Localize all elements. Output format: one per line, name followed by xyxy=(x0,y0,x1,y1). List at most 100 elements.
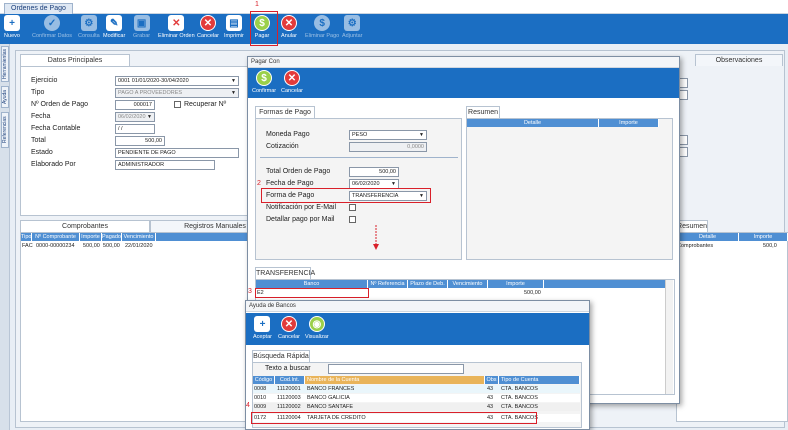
col-banco[interactable]: Banco xyxy=(256,280,368,288)
cell-nombre: BANCO FRANCES xyxy=(307,386,355,392)
window-tab[interactable]: Ordenes de Pago xyxy=(4,3,73,14)
tab-busqueda-rapida[interactable]: Búsqueda Rápida xyxy=(252,350,310,362)
cell-comprobante: 0000-00000234 xyxy=(36,243,75,249)
col-plazo[interactable]: Plazo de Deb. xyxy=(408,280,448,288)
table-row[interactable]: 0010 11120003 BANCO GALICIA 43 CTA. BANC… xyxy=(253,394,580,402)
recuperar-checkbox[interactable] xyxy=(174,101,181,108)
cancel-icon: ✕ xyxy=(281,316,297,332)
col-detalle[interactable]: Detalle xyxy=(677,233,739,241)
side-tab-ayuda[interactable]: Ayuda xyxy=(1,86,9,108)
fecha-contable-field[interactable]: / / xyxy=(115,124,155,134)
aceptar-button[interactable]: + Aceptar xyxy=(253,316,272,344)
col-pagado[interactable]: Pagado xyxy=(102,233,122,241)
pagar-cancelar-button[interactable]: ✕ Cancelar xyxy=(281,70,303,98)
col-tipo[interactable]: Tipo xyxy=(21,233,32,241)
cancel-icon: ✕ xyxy=(284,70,300,86)
detallar-checkbox[interactable] xyxy=(349,216,356,223)
imprimir-label: Imprimir xyxy=(224,33,244,39)
importe-cell: 500,00 xyxy=(524,290,541,296)
cell-obs: 43 xyxy=(487,386,494,392)
col-obs[interactable]: Obs xyxy=(485,376,499,384)
table-row[interactable]: 0009 11120002 BANCO SANTAFE 43 CTA. BANC… xyxy=(253,403,580,411)
confirmar-datos-button[interactable]: ✓ Confirmar Datos xyxy=(32,15,72,43)
cell-obs: 43 xyxy=(487,395,494,401)
detallar-label: Detallar pago por Mail xyxy=(266,216,335,223)
visualizar-button[interactable]: ◉ Visualizar xyxy=(305,316,329,344)
cell-tipo: CTA. BANCOS xyxy=(501,404,538,410)
tab-resumen-right[interactable]: Resumen xyxy=(676,220,708,232)
tab-resumen-pago[interactable]: Resumen xyxy=(466,106,500,118)
col-vencimiento-transfer[interactable]: Vencimiento xyxy=(448,280,488,288)
table-row[interactable]: 0008 11120001 BANCO FRANCES 43 CTA. BANC… xyxy=(253,385,580,393)
bancos-cancelar-label: Cancelar xyxy=(278,334,301,340)
anular-button[interactable]: ✕ Anular xyxy=(281,15,297,43)
cancelar-button[interactable]: ✕ Cancelar xyxy=(197,15,219,43)
anular-label: Anular xyxy=(281,33,297,39)
consulta-button[interactable]: ⚙ Consulta xyxy=(78,15,100,43)
col-vencimiento[interactable]: Vencimiento xyxy=(122,233,156,241)
cell-codigo: 0008 xyxy=(254,386,267,392)
pagar-dialog-toolbar xyxy=(248,68,679,98)
fecha-pago-label: Fecha de Pago xyxy=(266,180,314,187)
cotizacion-field[interactable]: 0,0000 xyxy=(349,142,427,152)
annotation-1: 1 xyxy=(255,1,259,8)
grabar-button[interactable]: ▣ Grabar xyxy=(133,15,150,43)
ejercicio-select[interactable]: 0001 01/01/2020-30/04/2020 xyxy=(115,76,239,86)
nuevo-button[interactable]: + Nuevo xyxy=(4,15,20,43)
side-tab-herramientas[interactable]: Herramientas xyxy=(1,46,9,82)
pagar-cancelar-label: Cancelar xyxy=(281,88,304,94)
check-icon: ✓ xyxy=(44,15,61,31)
orden-field[interactable]: 000017 xyxy=(115,100,155,110)
col-nro-comprobante[interactable]: Nº Comprobante xyxy=(32,233,80,241)
grabar-label: Grabar xyxy=(133,33,151,39)
notif-checkbox[interactable] xyxy=(349,204,356,211)
col-cod-int[interactable]: Cod.Int. xyxy=(275,376,305,384)
ejercicio-label: Ejercicio xyxy=(31,77,58,84)
eliminar-pago-button[interactable]: $ Eliminar Pago xyxy=(305,15,339,43)
table-row[interactable]: FAC 0000-00000234 500,00 500,00 22/01/20… xyxy=(21,242,247,250)
eliminar-orden-button[interactable]: ✕ Eliminar Orden xyxy=(158,15,195,43)
highlight-pagar xyxy=(250,11,278,46)
new-icon: + xyxy=(4,15,20,31)
texto-buscar-label: Texto a buscar xyxy=(265,365,311,372)
eliminar-orden-label: Eliminar Orden xyxy=(158,33,195,39)
tab-formas-de-pago[interactable]: Formas de Pago xyxy=(255,106,315,118)
cell-tipo: CTA. BANCOS xyxy=(501,386,538,392)
pagar-dialog-title: Pagar Con xyxy=(248,57,679,68)
fecha-field[interactable]: 06/02/2020 xyxy=(115,112,155,122)
col-importe-transfer[interactable]: Importe xyxy=(488,280,544,288)
bancos-cancelar-button[interactable]: ✕ Cancelar xyxy=(278,316,300,344)
moneda-select[interactable]: PESO xyxy=(349,130,427,140)
col-tipo-cuenta[interactable]: Tipo de Cuenta xyxy=(499,376,580,384)
confirmar-button[interactable]: $ Confirmar xyxy=(252,70,276,98)
tab-transferencia[interactable]: TRANSFERENCIA xyxy=(255,267,315,279)
texto-buscar-input[interactable] xyxy=(328,364,464,374)
annotation-4: 4 xyxy=(246,402,250,409)
col-nombre-cuenta[interactable]: Nombre de la Cuenta xyxy=(305,376,485,384)
col-importe-resumen[interactable]: Importe xyxy=(739,233,788,241)
visualizar-label: Visualizar xyxy=(305,334,329,340)
list-item[interactable]: Comprobantes 500,0 xyxy=(677,242,788,250)
tipo-select[interactable]: PAGO A PROVEEDORES xyxy=(115,88,239,98)
side-tab-referencias[interactable]: Referencias xyxy=(1,112,9,148)
bancos-dialog-title: Ayuda de Bancos xyxy=(246,301,589,312)
highlight-tarjeta xyxy=(251,412,537,424)
tab-observaciones[interactable]: Observaciones xyxy=(695,54,783,66)
col-detalle-pago[interactable]: Detalle xyxy=(467,119,599,127)
modificar-button[interactable]: ✎ Modificar xyxy=(103,15,125,43)
col-importe-pago[interactable]: Importe xyxy=(599,119,659,127)
tab-comprobantes[interactable]: Comprobantes xyxy=(20,220,150,232)
col-codigo[interactable]: Código xyxy=(253,376,275,384)
col-importe[interactable]: Importe xyxy=(80,233,102,241)
transfer-scrollbar[interactable] xyxy=(665,280,673,394)
aceptar-label: Aceptar xyxy=(253,334,272,340)
comprobantes-header: Tipo Nº Comprobante Importe Pagado Venci… xyxy=(21,233,247,241)
adjuntar-button[interactable]: ⚙ Adjuntar xyxy=(342,15,363,43)
cell-nombre: BANCO GALICIA xyxy=(307,395,350,401)
imprimir-button[interactable]: ▤ Imprimir xyxy=(224,15,244,43)
tab-datos-principales[interactable]: Datos Principales xyxy=(20,54,130,66)
confirm-icon: $ xyxy=(256,70,273,86)
col-referencia[interactable]: Nº Referencia xyxy=(368,280,408,288)
separator xyxy=(260,157,458,158)
highlight-forma-pago xyxy=(261,188,431,203)
